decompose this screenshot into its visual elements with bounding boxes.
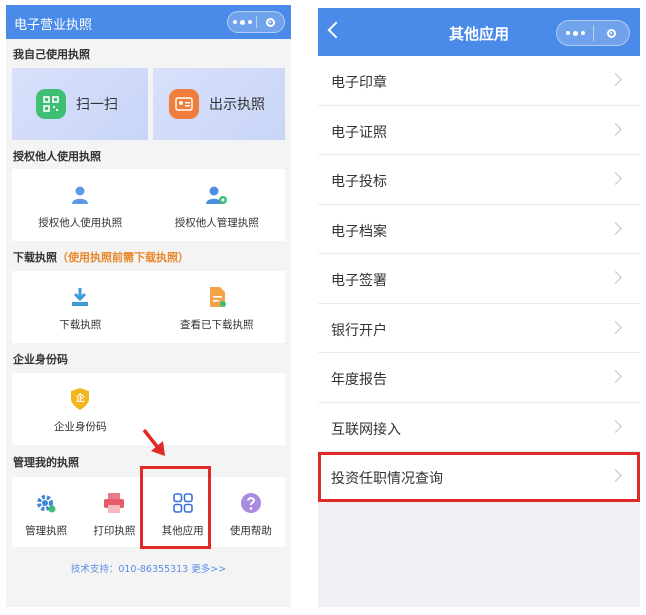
list-item-internet-access[interactable]: 互联网接入 — [318, 403, 640, 452]
list-item-e-seal[interactable]: 电子印章 — [318, 56, 640, 106]
list-item-label: 电子证照 — [331, 124, 387, 141]
download-note: （使用执照前需下载执照） — [57, 251, 189, 264]
list-item-e-certificate[interactable]: 电子证照 — [318, 106, 640, 155]
list-item-label: 电子签署 — [331, 273, 387, 289]
close-target-icon[interactable] — [593, 21, 629, 45]
qr-scan-icon — [36, 89, 66, 119]
section-title-manage: 管理我的执照 — [13, 456, 79, 469]
manage-license-label: 管理执照 — [25, 525, 68, 537]
question-icon — [236, 489, 266, 517]
list-item-bank-account[interactable]: 银行开户 — [318, 304, 640, 353]
chevron-right-icon — [609, 320, 622, 334]
show-license-label: 出示执照 — [209, 97, 265, 113]
app-header: 电子营业执照 — [6, 5, 291, 39]
user-gear-icon — [202, 181, 232, 209]
auth-use-tile[interactable]: 授权他人使用执照 — [12, 169, 149, 241]
print-license-tile[interactable]: 打印执照 — [80, 477, 148, 547]
section-title-self: 我自己使用执照 — [13, 48, 90, 61]
list-item-label: 电子档案 — [331, 223, 387, 240]
download-label: 下载执照 — [59, 319, 102, 331]
chevron-right-icon — [609, 370, 622, 383]
apps-list: 电子印章 电子证照 电子投标 电子档案 电子签署 银行开户 年度报告 互联网接入… — [318, 56, 640, 502]
auth-manage-label: 授权他人管理执照 — [174, 217, 259, 229]
auth-card: 授权他人使用执照 授权他人管理执照 — [12, 169, 285, 241]
enterprise-code-label: 企业身份码 — [54, 421, 107, 433]
auth-manage-tile[interactable]: 授权他人管理执照 — [149, 169, 286, 241]
annotation-highlight-box — [140, 466, 211, 549]
list-item-label: 投资任职情况查询 — [331, 471, 443, 487]
section-title-auth: 授权他人使用执照 — [13, 150, 101, 163]
license-card-icon — [169, 89, 199, 119]
tech-support-footer[interactable]: 技术支持：010-86355313 更多>> — [6, 561, 291, 575]
list-item-label: 年度报告 — [331, 372, 387, 388]
view-downloaded-label: 查看已下载执照 — [180, 319, 254, 331]
list-item-annual-report[interactable]: 年度报告 — [318, 353, 640, 403]
gear-icon — [31, 489, 61, 517]
section-title-enterprise: 企业身份码 — [13, 353, 68, 366]
shield-icon-text: 企 — [75, 394, 85, 404]
chevron-right-icon — [609, 172, 622, 185]
close-target-icon[interactable] — [256, 12, 284, 32]
more-icon[interactable] — [228, 12, 256, 32]
chevron-right-icon — [609, 469, 622, 482]
list-item-e-signing[interactable]: 电子签署 — [318, 254, 640, 304]
list-item-investment-inquiry[interactable]: 投资任职情况查询 — [318, 452, 640, 502]
scan-button[interactable]: 扫一扫 — [12, 68, 148, 140]
list-item-e-bidding[interactable]: 电子投标 — [318, 155, 640, 205]
help-label: 使用帮助 — [229, 525, 272, 537]
help-tile[interactable]: 使用帮助 — [217, 477, 285, 547]
page-header: 其他应用 — [318, 8, 640, 56]
chevron-right-icon — [609, 221, 622, 235]
chevron-right-icon — [609, 73, 622, 86]
mini-program-capsule — [227, 11, 285, 33]
section-title-download: 下载执照（使用执照前需下载执照） — [13, 249, 189, 265]
list-item-label: 互联网接入 — [331, 421, 401, 438]
auth-use-label: 授权他人使用执照 — [38, 217, 123, 229]
scan-label: 扫一扫 — [76, 97, 118, 113]
download-tile[interactable]: 下载执照 — [12, 271, 149, 343]
download-icon — [65, 283, 95, 311]
printer-icon — [99, 489, 129, 517]
document-icon — [202, 283, 232, 311]
other-apps-screen: 其他应用 电子印章 电子证照 电子投标 电子档案 电子签署 银行开户 年度报告 … — [318, 8, 640, 607]
manage-license-tile[interactable]: 管理执照 — [12, 477, 80, 547]
annotation-arrow-icon — [142, 428, 165, 456]
chevron-right-icon — [609, 271, 622, 284]
chevron-right-icon — [609, 122, 622, 136]
user-icon — [65, 181, 95, 209]
more-icon[interactable] — [557, 21, 593, 45]
download-card: 下载执照 查看已下载执照 — [12, 271, 285, 343]
mini-program-capsule — [556, 20, 630, 46]
list-item-label: 电子投标 — [331, 174, 387, 190]
view-downloaded-tile[interactable]: 查看已下载执照 — [149, 271, 286, 343]
chevron-right-icon — [609, 419, 622, 433]
list-item-label: 电子印章 — [331, 75, 387, 91]
list-item-label: 银行开户 — [331, 322, 387, 339]
show-license-button[interactable]: 出示执照 — [153, 68, 285, 140]
enterprise-code-tile[interactable]: 企 企业身份码 — [12, 373, 149, 445]
print-license-label: 打印执照 — [93, 525, 136, 537]
shield-icon: 企 — [65, 385, 95, 413]
list-item-e-archive[interactable]: 电子档案 — [318, 205, 640, 254]
app-title: 电子营业执照 — [14, 18, 93, 33]
download-title-text: 下载执照 — [13, 251, 57, 264]
